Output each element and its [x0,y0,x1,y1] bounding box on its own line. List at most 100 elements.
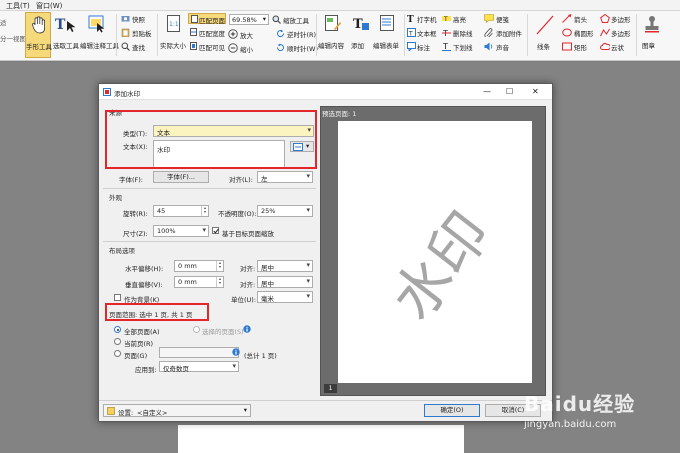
layout-section-title: 布局选项 [109,247,135,255]
site-brand: Baidu经验 [524,392,636,416]
select-tool-button[interactable]: T 选取工具 [53,12,79,58]
annot-tool-label: 编辑注释工具 [80,42,119,50]
zoom-value: 69.58% [232,16,257,24]
menu-tools[interactable]: 工具(T) [6,1,30,11]
background-checkbox[interactable] [114,294,121,301]
callout-icon [407,42,416,51]
fit-page-button[interactable]: 匹配页面 [188,13,226,25]
v-offset-spinner[interactable]: ▴ ▾ [216,277,223,287]
font-button[interactable]: 字体(F)... [153,171,209,183]
preview-title: 预选页面: 1 [322,110,357,118]
info-icon [232,348,240,356]
footer-divider [99,400,552,401]
actual-size-button[interactable]: 1:1 实际大小 [160,12,186,58]
preview-page-number: 1 [324,384,337,393]
camera-icon [121,16,130,22]
scale-checkbox[interactable] [212,227,219,234]
ellipse-label: 椭圆形 [574,30,594,38]
settings-select[interactable]: 设置: <自定义> ▾ [103,404,251,417]
add-label: 添加 [351,42,364,50]
sticky-note-icon [484,14,494,23]
preview-watermark-text: 水印 [378,199,504,333]
rotation-value: 45 [157,207,166,215]
svg-text:T: T [442,42,448,51]
ellipse-icon [562,28,572,37]
size-select[interactable]: 100% [153,225,209,237]
text-align-label: 对齐(L): [229,176,253,184]
rotate-right-icon [276,43,284,51]
annot-tool-button[interactable]: 编辑注释工具 [80,12,119,58]
h-offset-label: 水平偏移(H): [125,265,164,273]
preview-pane: 水印 1 [320,106,546,396]
rotation-input[interactable]: 45 ▴ ▾ [153,205,209,217]
v-align-select[interactable]: 居中 [257,276,313,288]
layout-section-divider [103,241,316,242]
svg-text:1:1: 1:1 [169,21,179,28]
line-icon [536,15,554,35]
checkmark-icon [213,228,219,234]
v-offset-input[interactable]: 0 mm ▴ ▾ [174,276,224,288]
rectangle-icon [562,42,572,51]
add-button[interactable]: T 添加 [350,12,372,58]
hand-tool-button[interactable]: 手形工具 [25,12,52,58]
textbox-icon: T [407,28,416,37]
clipboard-label: 剪贴板 [132,30,152,38]
menu-window[interactable]: 窗口(W) [36,1,62,11]
site-url: jingyan.baidu.com [524,419,617,430]
stamp-button[interactable]: 图章 [640,12,664,58]
v-offset-value: 0 mm [178,278,197,286]
underline-icon: T [442,42,451,51]
edit-content-icon [325,15,341,31]
opacity-select[interactable]: 25% [257,205,313,217]
svg-text:T: T [408,31,413,38]
minimize-button[interactable]: — [483,87,491,96]
size-value: 100% [157,227,176,235]
arrow-label: 箭头 [574,16,587,24]
menu-bar: 工具(T) 窗口(W) [0,0,680,11]
fit-visible-label: 匹配可见 [199,44,225,52]
unit-value: 毫米 [261,295,274,303]
magnifier-icon [272,15,281,24]
text-cursor-icon: T [55,17,75,33]
edit-content-button[interactable]: 编辑内容 [318,12,348,58]
ribbon-separator [527,14,528,56]
selected-pages-label: 选择的页面(S) [202,328,244,336]
dialog-title: 添加水印 [114,90,140,98]
zoom-out-icon [228,43,238,53]
page-range-input[interactable] [159,347,239,358]
selected-pages-radio [193,326,200,333]
typewriter-icon: T [407,15,414,23]
ok-button[interactable]: 确定(O) [424,404,480,417]
h-offset-spinner[interactable]: ▴ ▾ [216,261,223,271]
current-page-radio[interactable] [114,338,121,345]
all-pages-radio[interactable] [114,326,121,333]
apply-to-select[interactable]: 仅奇数页 [159,361,239,373]
note-label: 标注 [417,44,430,52]
unit-select[interactable]: 毫米 [257,291,313,303]
annotation-select-icon [88,15,105,33]
add-text-icon: T [353,17,369,32]
page-range-title: 页面范围: 选中 1 页, 共 1 页 [109,311,193,319]
chevron-down-icon[interactable]: ▾ [263,15,266,23]
ribbon-separator [404,14,405,56]
pages-radio[interactable] [114,350,121,357]
rotation-spinner[interactable]: ▴ ▾ [201,206,208,216]
v-align-value: 居中 [261,280,274,288]
cloud-label: 云状 [611,44,624,52]
svg-text:T: T [353,17,363,32]
sound-label: 声音 [496,44,509,52]
h-align-select[interactable]: 居中 [257,260,313,272]
line-button[interactable]: 线条 [531,13,557,59]
view-button[interactable]: 适 [0,17,7,27]
hand-icon [32,16,45,34]
maximize-button[interactable]: ☐ [506,87,513,96]
svg-text:T: T [55,17,66,33]
close-button[interactable]: ✕ [532,87,539,96]
edit-form-button[interactable]: 编辑表单 [373,12,403,58]
h-offset-input[interactable]: 0 mm ▴ ▾ [174,260,224,272]
text-align-select[interactable]: 左 [257,171,313,183]
document-page [178,425,464,453]
source-highlight-box [105,110,317,169]
zoom-input[interactable]: 69.58% ▾ [229,14,269,25]
rectangle-label: 矩形 [574,44,587,52]
